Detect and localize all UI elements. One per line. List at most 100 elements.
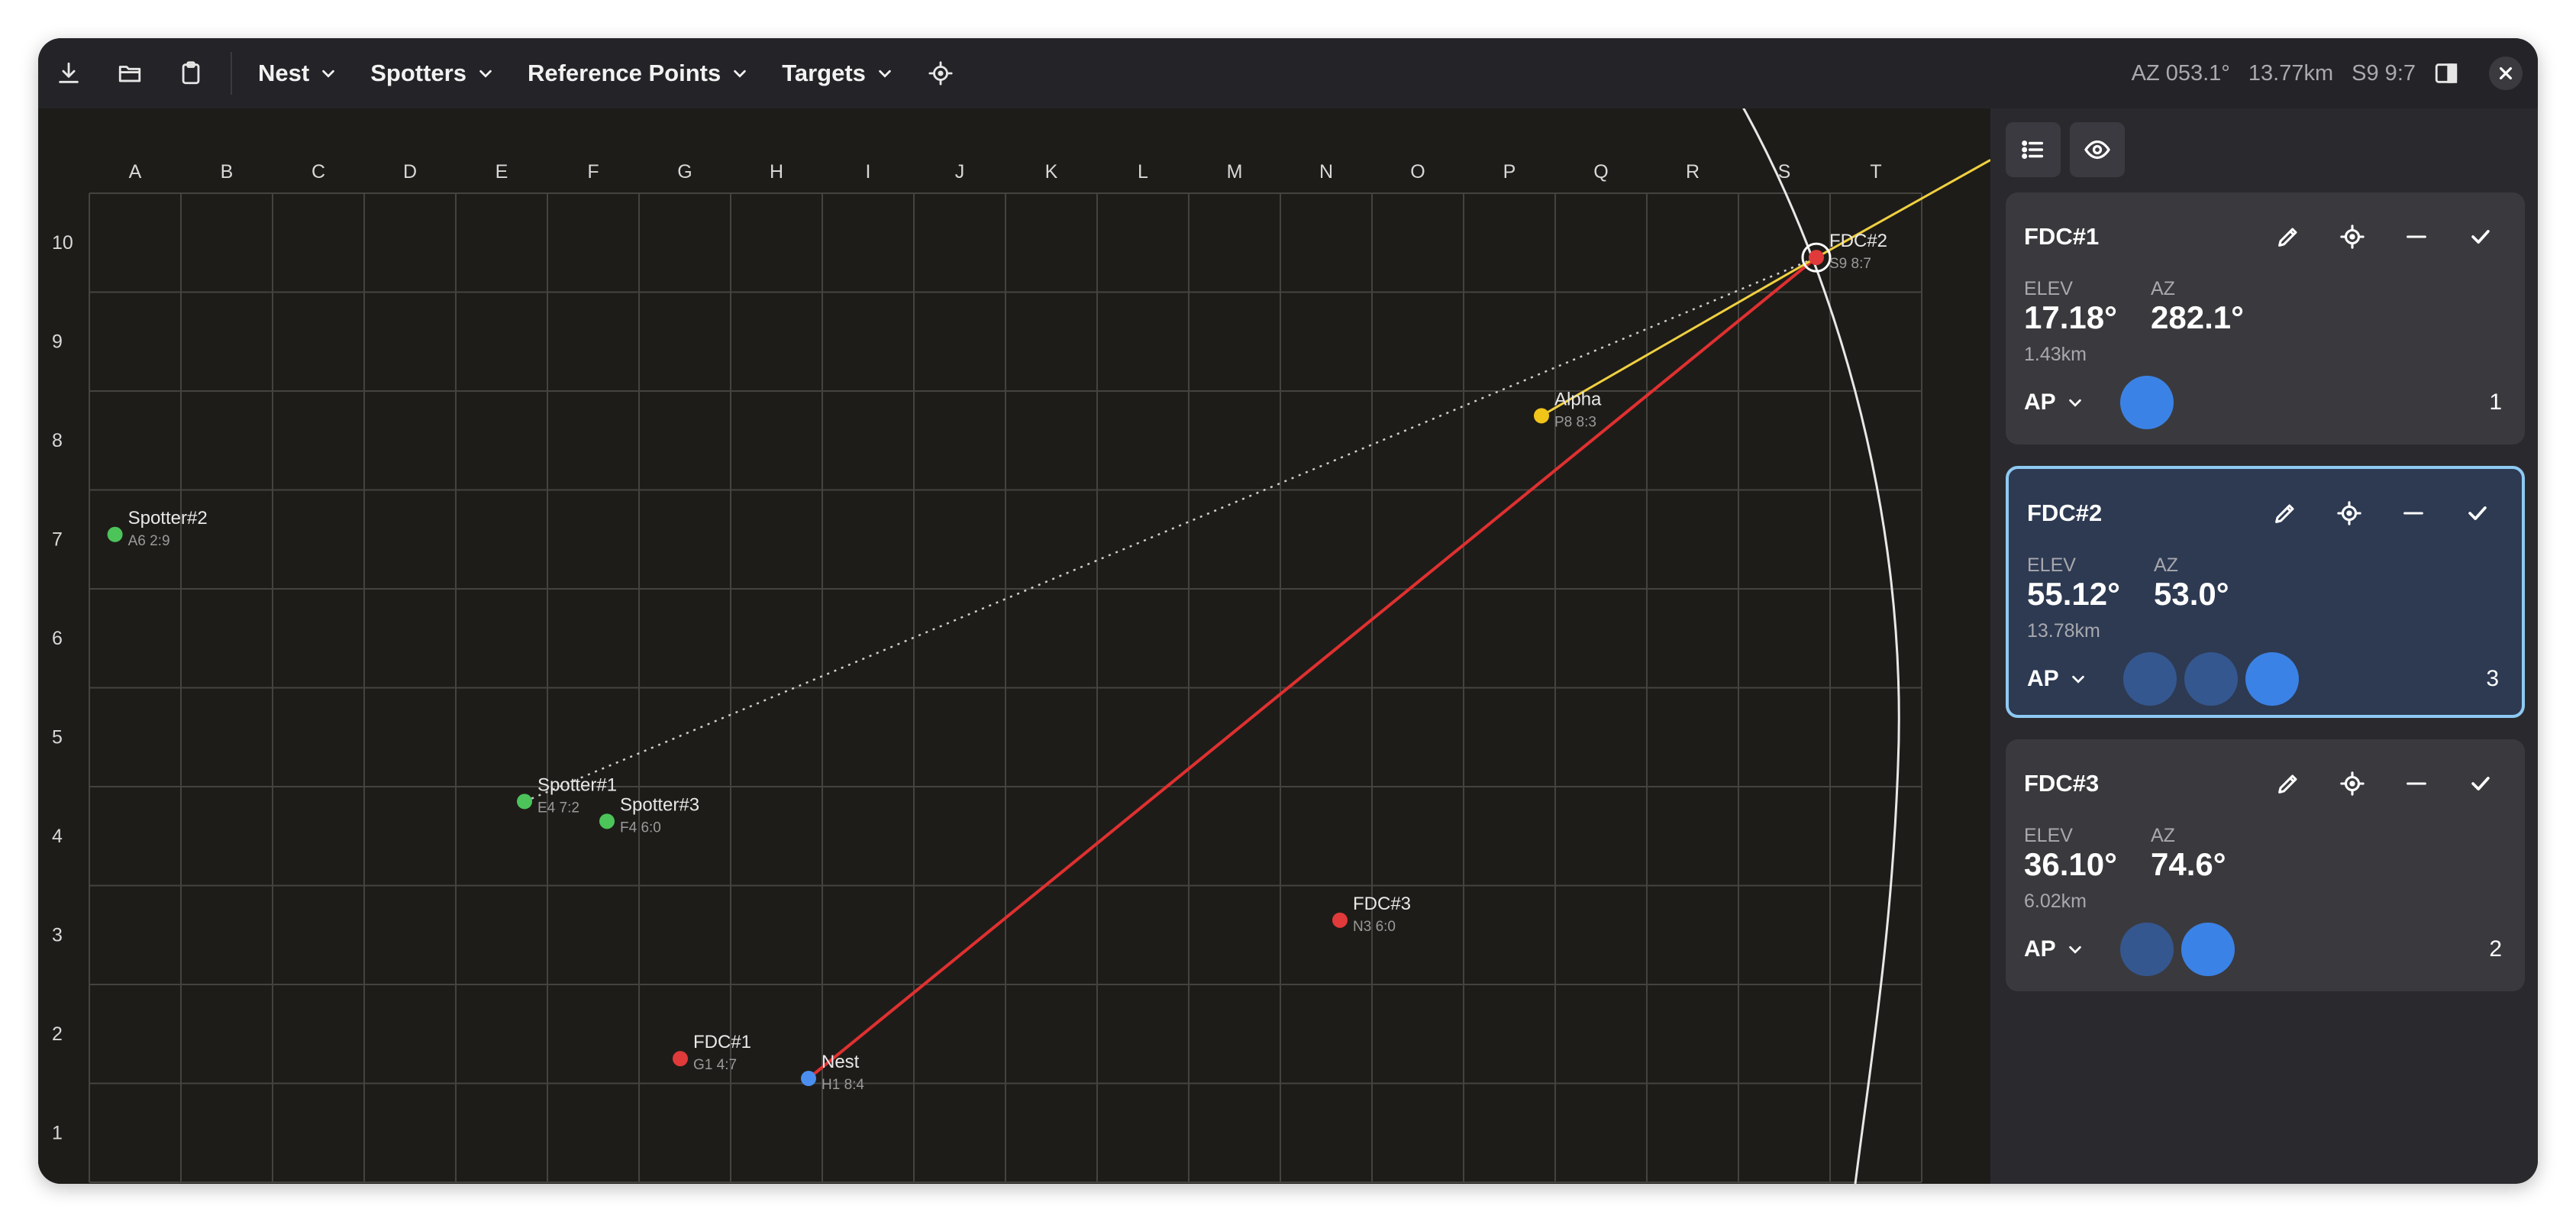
close-button[interactable] bbox=[2489, 57, 2523, 90]
edit-pencil-icon[interactable] bbox=[2259, 755, 2317, 813]
confirm-check-icon[interactable] bbox=[2452, 208, 2510, 266]
column-label: N bbox=[1319, 161, 1333, 183]
target-card-actions bbox=[2259, 208, 2510, 266]
marker-dot bbox=[1332, 912, 1348, 928]
close-icon bbox=[2499, 66, 2513, 80]
column-label: I bbox=[866, 161, 871, 183]
az-label: AZ bbox=[2154, 554, 2178, 576]
marker-grid-ref: P8 8:3 bbox=[1554, 414, 1596, 430]
column-label: T bbox=[1870, 161, 1881, 183]
status-azimuth: AZ 053.1° bbox=[2131, 60, 2230, 86]
eye-icon bbox=[2084, 140, 2110, 160]
target-card[interactable]: FDC#3 ELEV 36.10° AZ 74.6° 6.02km AP 2 bbox=[2006, 739, 2525, 991]
target-distance: 13.78km bbox=[2027, 620, 2100, 642]
locate-target-icon[interactable] bbox=[2320, 484, 2378, 542]
az-value: 53.0° bbox=[2154, 576, 2229, 612]
elev-value: 17.18° bbox=[2024, 299, 2117, 335]
marker-label: FDC#3 bbox=[1353, 894, 1411, 914]
column-label: C bbox=[312, 161, 325, 183]
az-value: 282.1° bbox=[2151, 299, 2244, 335]
chevron-down-icon bbox=[322, 70, 334, 78]
open-folder-icon[interactable] bbox=[99, 38, 160, 108]
target-distance: 6.02km bbox=[2024, 891, 2087, 912]
visibility-tab[interactable] bbox=[2070, 122, 2125, 177]
marker-label: Spotter#2 bbox=[128, 508, 208, 529]
menu-spotters[interactable]: Spotters bbox=[353, 38, 511, 108]
marker-dot bbox=[801, 1071, 816, 1087]
marker-grid-ref: H1 8:4 bbox=[822, 1077, 864, 1093]
marker-dot bbox=[599, 813, 615, 829]
column-label: Q bbox=[1593, 161, 1608, 183]
target-card-actions bbox=[2259, 755, 2510, 813]
target-card-title: FDC#3 bbox=[2024, 770, 2100, 797]
ammo-select[interactable]: AP bbox=[2024, 936, 2084, 962]
column-label: F bbox=[587, 161, 599, 183]
chevron-down-icon bbox=[479, 70, 492, 78]
ammo-select[interactable]: AP bbox=[2024, 390, 2084, 415]
marker-grid-ref: S9 8:7 bbox=[1829, 256, 1871, 272]
marker-label: FDC#2 bbox=[1829, 231, 1887, 251]
menu-reference-points[interactable]: Reference Points bbox=[511, 38, 765, 108]
column-label: R bbox=[1686, 161, 1700, 183]
ammo-label: AP bbox=[2024, 390, 2056, 415]
marker-grid-ref: N3 6:0 bbox=[1353, 919, 1396, 935]
clipboard-icon[interactable] bbox=[160, 38, 221, 108]
marker-dot bbox=[673, 1051, 688, 1067]
round-count: 2 bbox=[2489, 936, 2502, 962]
row-label: 4 bbox=[52, 826, 63, 847]
marker-grid-ref: G1 4:7 bbox=[693, 1057, 737, 1073]
round-indicator[interactable] bbox=[2181, 923, 2235, 976]
row-label: 3 bbox=[52, 924, 63, 946]
menu-nest[interactable]: Nest bbox=[241, 38, 353, 108]
marker-dot bbox=[517, 794, 532, 810]
round-indicators bbox=[2123, 652, 2299, 706]
marker-label: Spotter#3 bbox=[620, 794, 699, 815]
target-card-title: FDC#1 bbox=[2024, 223, 2100, 250]
collapse-minus-icon[interactable] bbox=[2387, 755, 2445, 813]
target-card[interactable]: FDC#1 ELEV 17.18° AZ 282.1° 1.43km AP 1 bbox=[2006, 192, 2525, 445]
round-indicator[interactable] bbox=[2245, 652, 2299, 706]
column-label: P bbox=[1503, 161, 1516, 183]
edit-pencil-icon[interactable] bbox=[2256, 484, 2314, 542]
target-card[interactable]: FDC#2 ELEV 55.12° AZ 53.0° 13.78km AP 3 bbox=[2006, 466, 2525, 718]
elev-value: 55.12° bbox=[2027, 576, 2120, 612]
map-canvas[interactable]: A B C D E F G H I J K L M N O P Q R S T10987654321 Spotter#… bbox=[38, 108, 1990, 1184]
collapse-minus-icon[interactable] bbox=[2384, 484, 2442, 542]
column-label: D bbox=[403, 161, 417, 183]
marker-grid-ref: A6 2:9 bbox=[128, 533, 170, 549]
round-indicator[interactable] bbox=[2123, 652, 2177, 706]
list-view-tab[interactable] bbox=[2006, 122, 2061, 177]
elev-label: ELEV bbox=[2027, 554, 2076, 576]
toolbar-divider bbox=[231, 52, 232, 95]
elev-value: 36.10° bbox=[2024, 846, 2117, 882]
chevron-down-icon bbox=[2068, 946, 2081, 954]
status-readout: AZ 053.1° 13.77km S9 9:7 bbox=[2132, 38, 2416, 108]
elev-label: ELEV bbox=[2024, 278, 2073, 299]
menu-targets-label: Targets bbox=[782, 60, 866, 86]
ammo-select[interactable]: AP bbox=[2027, 666, 2087, 692]
crosshair-icon[interactable] bbox=[910, 38, 971, 108]
locate-target-icon[interactable] bbox=[2323, 755, 2381, 813]
round-indicators bbox=[2120, 376, 2174, 429]
locate-target-icon[interactable] bbox=[2323, 208, 2381, 266]
sidebar-toggle-icon[interactable] bbox=[2416, 38, 2477, 108]
confirm-check-icon[interactable] bbox=[2448, 484, 2507, 542]
round-indicator[interactable] bbox=[2184, 652, 2238, 706]
download-icon[interactable] bbox=[38, 38, 99, 108]
chevron-down-icon bbox=[2071, 675, 2084, 684]
round-count: 3 bbox=[2486, 666, 2499, 691]
round-count: 1 bbox=[2489, 390, 2502, 415]
column-label: J bbox=[955, 161, 965, 183]
confirm-check-icon[interactable] bbox=[2452, 755, 2510, 813]
round-indicator[interactable] bbox=[2120, 376, 2174, 429]
column-label: E bbox=[496, 161, 508, 183]
edit-pencil-icon[interactable] bbox=[2259, 208, 2317, 266]
menu-targets[interactable]: Targets bbox=[765, 38, 910, 108]
menu-spotters-label: Spotters bbox=[370, 60, 466, 86]
round-indicator[interactable] bbox=[2120, 923, 2174, 976]
row-label: 8 bbox=[52, 430, 63, 451]
collapse-minus-icon[interactable] bbox=[2387, 208, 2445, 266]
target-card-actions bbox=[2256, 484, 2507, 542]
marker-dot bbox=[107, 526, 123, 542]
marker-grid-ref: E4 7:2 bbox=[537, 800, 579, 816]
